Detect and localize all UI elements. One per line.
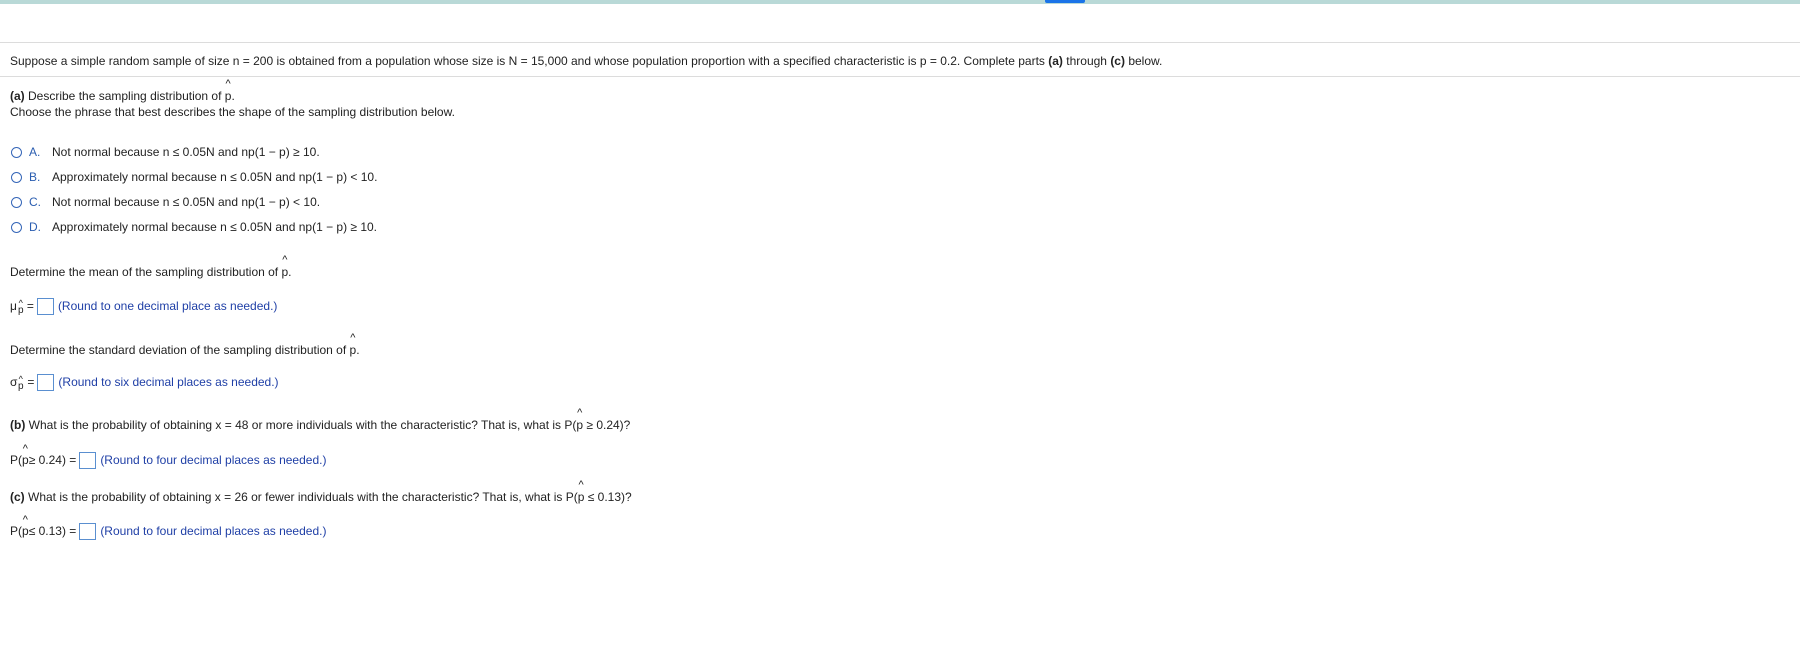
part-c-input[interactable] (79, 522, 97, 540)
option-c[interactable]: C. Not normal because n ≤ 0.05N and np(1 … (11, 194, 320, 210)
radio-button-icon[interactable] (11, 171, 22, 183)
sd-answer-row: σp=(Round to six decimal places as neede… (10, 373, 279, 392)
sd-prompt: Determine the standard deviation of the … (10, 333, 360, 358)
part-c-answer-row: P(p ≤ 0.13) =(Round to four decimal plac… (10, 515, 327, 540)
part-b-hint: (Round to four decimal places as needed.… (100, 453, 327, 467)
mean-hint: (Round to one decimal place as needed.) (57, 299, 278, 313)
sd-hint: (Round to six decimal places as needed.) (58, 375, 279, 389)
mean-input[interactable] (36, 297, 54, 315)
top-active-tab-indicator (1045, 0, 1085, 3)
radio-button-icon[interactable] (11, 146, 22, 158)
part-a-instruction: Choose the phrase that best describes th… (10, 105, 455, 119)
p-hat-symbol: p (225, 79, 232, 104)
part-c-question: (c) What is the probability of obtaining… (10, 480, 632, 505)
mu-p-hat-symbol: μp (10, 298, 27, 316)
part-b-question: (b) What is the probability of obtaining… (10, 408, 630, 433)
part-b-answer-row: P(p ≥ 0.24) =(Round to four decimal plac… (10, 444, 327, 469)
option-a[interactable]: A. Not normal because n ≤ 0.05N and np(1 … (11, 144, 320, 160)
part-a-heading: (a) Describe the sampling distribution o… (10, 79, 235, 104)
mean-prompt: Determine the mean of the sampling distr… (10, 255, 292, 280)
part-b-input[interactable] (79, 451, 97, 469)
sd-input[interactable] (37, 373, 55, 391)
radio-button-icon[interactable] (11, 221, 22, 233)
part-c-hint: (Round to four decimal places as needed.… (100, 524, 327, 538)
mean-answer-row: μp=(Round to one decimal place as needed… (10, 297, 278, 316)
divider-top (0, 42, 1800, 43)
problem-intro: Suppose a simple random sample of size n… (10, 54, 1163, 68)
option-d[interactable]: D. Approximately normal because n ≤ 0.05N… (11, 219, 377, 235)
top-progress-bar (0, 0, 1800, 4)
sigma-p-hat-symbol: σp (10, 374, 27, 392)
option-b[interactable]: B. Approximately normal because n ≤ 0.05N… (11, 169, 377, 185)
divider-intro (0, 76, 1800, 77)
radio-button-icon[interactable] (11, 196, 22, 208)
